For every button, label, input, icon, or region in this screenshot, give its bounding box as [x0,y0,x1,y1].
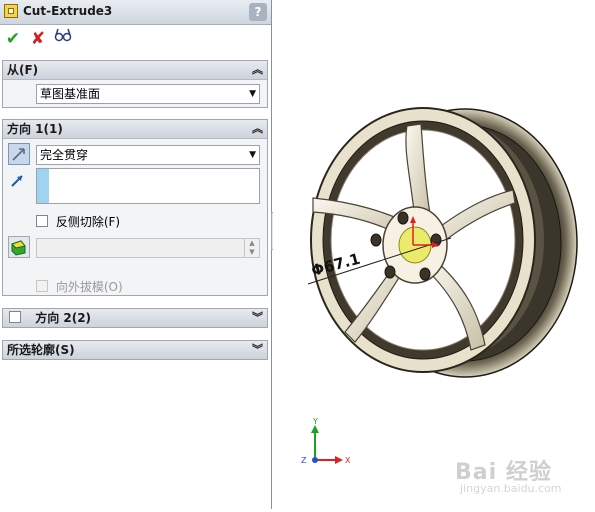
from-section-title: 从(F) [7,63,39,77]
direction2-section-title: 方向 2(2) [35,311,92,325]
direction2-section[interactable]: 方向 2(2) ︾ [2,308,268,328]
action-bar: ✔ ✘ [0,24,271,56]
from-section-header[interactable]: 从(F) ︽ [3,61,267,80]
feature-titlebar: Cut-Extrude3 ? [0,0,271,25]
direction1-section: 方向 1(1) ︽ 完全贯穿 ▼ 反侧切除(F) ▲ ▼ 向外拔模(O) [2,119,268,296]
from-section: 从(F) ︽ 草图基准面 ▼ [2,60,268,108]
selected-contours-title: 所选轮廓(S) [7,343,75,357]
draft-outward-checkbox[interactable] [36,280,48,292]
active-selection-marker [37,169,49,203]
draft-outward-row[interactable]: 向外拔模(O) [36,278,123,295]
selected-contours-section[interactable]: 所选轮廓(S) ︾ [2,340,268,360]
axis-triad: Y X Z [301,417,351,465]
start-condition-value: 草图基准面 [40,87,101,101]
help-button[interactable]: ? [249,3,267,21]
draft-toggle-button[interactable] [8,236,30,258]
triad-y-label: Y [312,417,318,426]
flip-side-checkbox[interactable] [36,215,48,227]
reverse-direction-icon [12,148,25,161]
ok-button[interactable]: ✔ [2,28,24,50]
draft-icon [11,240,26,256]
cancel-button[interactable]: ✘ [27,28,49,50]
collapse-chevron-icon[interactable]: ︽ [252,61,263,79]
property-manager: Cut-Extrude3 ? ✔ ✘ 从(F) ︽ 草图基准面 ▼ 方向 1(1… [0,0,272,509]
end-condition-value: 完全贯穿 [40,148,89,162]
triad-z-label: Z [301,456,307,465]
collapse-chevron-icon[interactable]: ︽ [252,120,263,138]
flip-side-label: 反侧切除(F) [55,215,121,229]
wheel-model[interactable]: Φ67.1 Y X Z [273,0,595,509]
expand-chevron-icon[interactable]: ︾ [252,341,263,359]
dropdown-arrow-icon: ▼ [249,89,256,99]
glasses-icon [54,28,72,42]
direction2-section-header[interactable]: 方向 2(2) ︾ [3,309,267,327]
cut-extrude-icon [4,4,18,18]
feature-title: Cut-Extrude3 [23,4,113,18]
flip-side-row[interactable]: 反侧切除(F) [36,213,120,230]
graphics-viewport[interactable]: Φ67.1 Y X Z [273,0,595,509]
direction-vector-icon [8,170,30,192]
draft-angle-input[interactable]: ▲ ▼ [36,238,260,258]
detailed-preview-button[interactable] [52,28,74,50]
direction1-section-header[interactable]: 方向 1(1) ︽ [3,120,267,139]
direction1-section-title: 方向 1(1) [7,122,63,136]
draft-outward-label: 向外拔模(O) [55,280,123,294]
direction-reference-list[interactable] [36,168,260,204]
start-condition-select[interactable]: 草图基准面 ▼ [36,84,260,104]
dropdown-arrow-icon: ▼ [249,150,256,160]
watermark-url: jingyan.baidu.com [460,482,562,495]
selected-contours-header[interactable]: 所选轮廓(S) ︾ [3,341,267,359]
triad-x-label: X [345,456,351,465]
direction2-checkbox[interactable] [9,311,21,323]
spin-arrows-icon[interactable]: ▲ ▼ [244,239,259,257]
expand-chevron-icon[interactable]: ︾ [252,309,263,327]
reverse-direction-button[interactable] [8,143,30,165]
end-condition-select[interactable]: 完全贯穿 ▼ [36,145,260,165]
